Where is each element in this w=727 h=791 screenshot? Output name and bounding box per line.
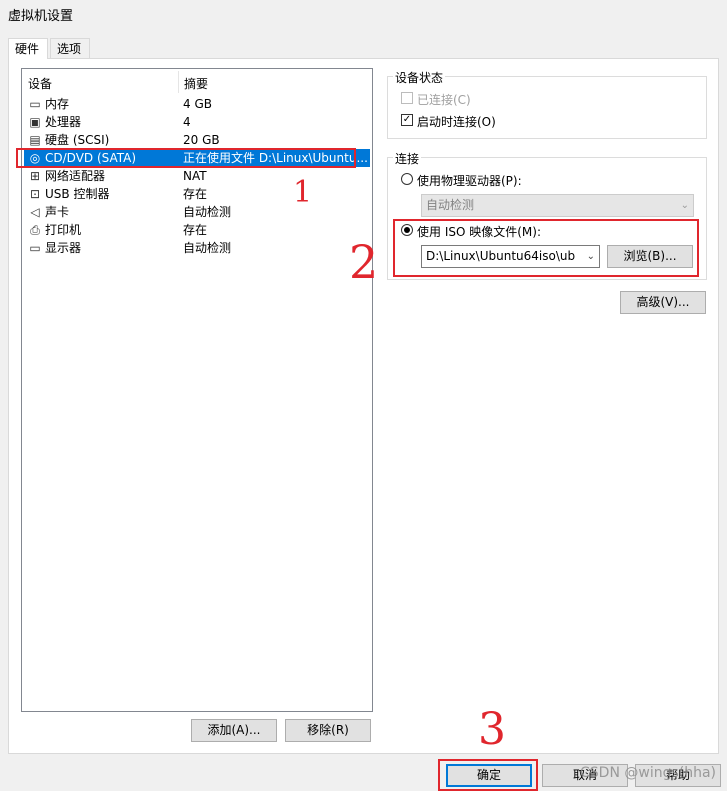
annotation-number-3: 3 <box>478 704 506 755</box>
watermark: CSDN @wings(hha) <box>580 765 717 781</box>
device-name: 处理器 <box>45 115 82 129</box>
physical-drive-label: 使用物理驱动器(P): <box>417 174 522 188</box>
tab-options[interactable]: 选项 <box>50 38 90 58</box>
device-row-memory[interactable]: ▭ 内存 4 GB <box>24 95 370 113</box>
device-row-network-adapter[interactable]: ⊞ 网络适配器 NAT <box>24 167 370 185</box>
annotation-number-1: 1 <box>293 175 313 210</box>
device-name: 硬盘 (SCSI) <box>45 133 110 147</box>
memory-icon: ▭ <box>29 97 41 111</box>
chevron-down-icon: ⌄ <box>680 200 689 211</box>
column-divider[interactable] <box>178 71 179 93</box>
printer-icon: ⎙ <box>30 223 40 237</box>
usb-icon: ⊡ <box>29 187 41 201</box>
device-name: 网络适配器 <box>45 169 106 183</box>
device-summary: 4 GB <box>183 97 212 111</box>
device-row-sound-card[interactable]: ◁ 声卡 自动检测 <box>24 203 370 221</box>
hard-disk-icon: ▤ <box>29 133 41 147</box>
column-header-summary[interactable]: 摘要 <box>184 75 208 92</box>
connected-checkbox[interactable] <box>401 92 413 104</box>
connect-at-power-on-label: 启动时连接(O) <box>417 115 496 129</box>
connection-title: 连接 <box>393 150 422 167</box>
device-name: 打印机 <box>45 223 82 237</box>
annotation-number-2: 2 <box>349 235 379 289</box>
device-name: 声卡 <box>45 205 70 219</box>
device-name: 内存 <box>45 97 70 111</box>
sound-card-icon: ◁ <box>30 205 40 219</box>
annotation-box-ok <box>438 759 538 791</box>
cpu-icon: ▣ <box>29 115 41 129</box>
device-row-printer[interactable]: ⎙ 打印机 存在 <box>24 221 370 239</box>
device-status-title: 设备状态 <box>393 69 446 86</box>
advanced-button[interactable]: 高级(V)... <box>620 291 706 314</box>
physical-drive-select[interactable]: 自动检测 ⌄ <box>421 194 694 217</box>
checkmark-icon: ✓ <box>402 114 412 125</box>
device-name: 显示器 <box>45 241 82 255</box>
device-summary: 存在 <box>183 187 208 201</box>
device-summary: 自动检测 <box>183 205 232 219</box>
annotation-box-cd-dvd <box>16 148 356 168</box>
device-summary: 存在 <box>183 223 208 237</box>
device-row-processor[interactable]: ▣ 处理器 4 <box>24 113 370 131</box>
connect-at-power-on-checkbox[interactable]: ✓ <box>401 114 413 126</box>
column-header-device[interactable]: 设备 <box>28 75 52 92</box>
device-summary: 4 <box>183 115 191 129</box>
connected-label: 已连接(C) <box>417 93 471 107</box>
window-title: 虚拟机设置 <box>8 9 74 24</box>
physical-drive-value: 自动检测 <box>426 198 475 212</box>
network-adapter-icon: ⊞ <box>29 169 41 183</box>
add-device-button[interactable]: 添加(A)... <box>191 719 277 742</box>
physical-drive-radio[interactable] <box>401 173 413 185</box>
device-row-display[interactable]: ▭ 显示器 自动检测 <box>24 239 370 257</box>
device-summary: NAT <box>183 169 207 183</box>
device-summary: 自动检测 <box>183 241 232 255</box>
device-row-hard-disk[interactable]: ▤ 硬盘 (SCSI) 20 GB <box>24 131 370 149</box>
device-name: USB 控制器 <box>45 187 110 201</box>
annotation-box-iso <box>393 219 699 277</box>
remove-device-button[interactable]: 移除(R) <box>285 719 371 742</box>
device-row-usb-controller[interactable]: ⊡ USB 控制器 存在 <box>24 185 370 203</box>
display-icon: ▭ <box>29 241 41 255</box>
device-summary: 20 GB <box>183 133 220 147</box>
tab-hardware[interactable]: 硬件 <box>8 38 48 59</box>
